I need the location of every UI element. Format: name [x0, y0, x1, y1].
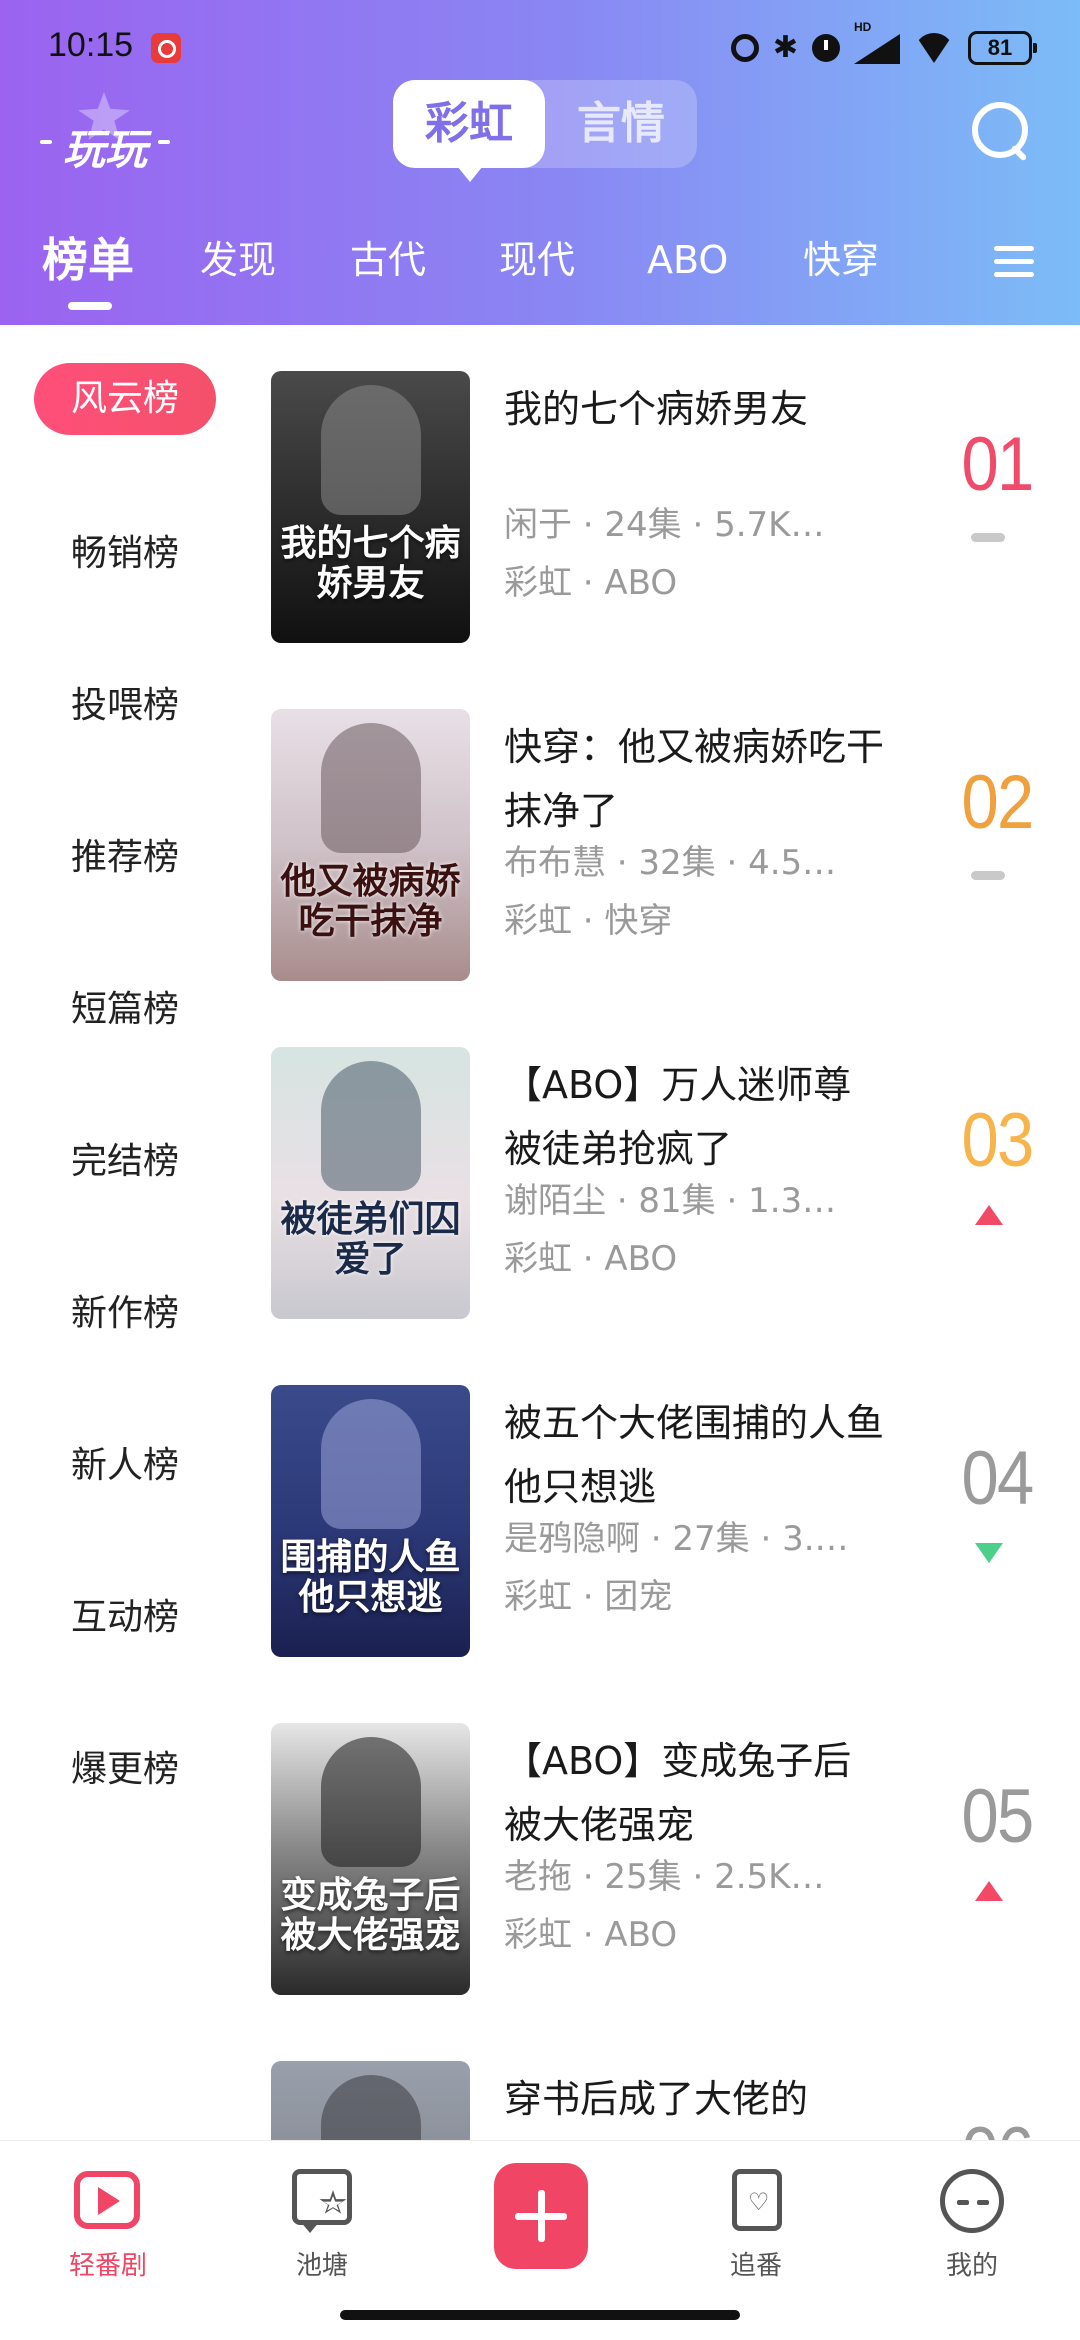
tab-ranking[interactable]: 榜单: [42, 228, 134, 292]
rank-number: 06: [953, 2111, 1041, 2140]
heart-box-icon: ♡: [732, 2169, 782, 2231]
nav-mine[interactable]: 我的: [902, 2165, 1042, 2282]
drama-meta: 闲于 · 24集 · 5.7K…: [504, 505, 825, 545]
drama-meta: 老拖 · 25集 · 2.5K…: [504, 1857, 825, 1897]
nav-label: 追番: [729, 2251, 782, 2281]
nav-label: 轻番剧: [68, 2251, 147, 2281]
tab-abo[interactable]: ABO: [647, 228, 728, 292]
drama-meta: 是鸦隐啊 · 27集 · 3.…: [504, 1519, 849, 1559]
drama-item[interactable]: 我的七个病娇男友 我的七个病娇男友 闲于 · 24集 · 5.7K… 彩虹 · …: [271, 371, 1051, 643]
drama-tags: 彩虹 · ABO: [504, 1915, 678, 1955]
drama-item[interactable]: 他又被病娇吃干抹净 快穿：他又被病娇吃干抹净了 布布慧 · 32集 · 4.5……: [271, 709, 1051, 981]
menu-icon[interactable]: [994, 246, 1034, 278]
home-indicator[interactable]: [340, 2310, 740, 2320]
drama-tags: 彩虹 · ABO: [504, 563, 678, 603]
category-tabs: 榜单 发现 古代 现代 ABO 快穿: [0, 228, 1080, 318]
drama-item[interactable]: 被徒弟们囚爱了 【ABO】万人迷师尊被徒弟抢疯了 谢陌尘 · 81集 · 1.3…: [271, 1047, 1051, 1319]
nav-follow[interactable]: ♡ 追番: [686, 2165, 826, 2282]
nav-create[interactable]: [470, 2163, 610, 2269]
plus-icon: [494, 2163, 588, 2269]
drama-item[interactable]: 围捕的人鱼他只想逃 被五个大佬围捕的人鱼他只想逃 是鸦隐啊 · 27集 · 3.…: [271, 1385, 1051, 1657]
trend-down-icon: [975, 1543, 1003, 1563]
drama-title: 【ABO】变成兔子后被大佬强宠: [504, 1739, 852, 1847]
rank-number: 04: [961, 1436, 1035, 1521]
netease-icon: [151, 33, 181, 63]
drama-title: 被五个大佬围捕的人鱼他只想逃: [504, 1401, 885, 1509]
nav-light-drama[interactable]: 轻番剧: [38, 2165, 178, 2282]
trend-up-icon: [975, 1205, 1003, 1225]
drama-item[interactable]: 变成兔子后被大佬强宠 【ABO】变成兔子后被大佬强宠 老拖 · 25集 · 2.…: [271, 1723, 1051, 1995]
trend-flat-icon: [971, 533, 1005, 542]
trend-up-icon: [975, 1881, 1003, 1901]
wifi-icon: [914, 33, 954, 63]
drama-cover[interactable]: 变成兔子后被大佬强宠: [271, 1723, 470, 1995]
drama-cover[interactable]: 我的七个病娇男友: [271, 371, 470, 643]
tab-modern[interactable]: 现代: [499, 228, 575, 292]
tab-indicator: [68, 302, 112, 310]
drama-item[interactable]: 穿书后成了大佬的 06: [271, 2061, 1051, 2140]
drama-title: 【ABO】万人迷师尊被徒弟抢疯了: [504, 1063, 852, 1171]
app-header: 10:15 ✱ HD 81 玩玩 彩虹 言情 榜单 发现 古代 现代 ABO 快…: [0, 0, 1080, 325]
trend-flat-icon: [971, 871, 1005, 880]
drama-list: 我的七个病娇男友 我的七个病娇男友 闲于 · 24集 · 5.7K… 彩虹 · …: [0, 325, 1080, 2140]
rank-number: 05: [961, 1774, 1035, 1859]
battery-icon: 81: [968, 31, 1037, 65]
tab-quick-travel[interactable]: 快穿: [803, 228, 879, 292]
segment-romance[interactable]: 言情: [545, 80, 697, 168]
rank-number: 02: [961, 760, 1035, 845]
drama-cover[interactable]: 围捕的人鱼他只想逃: [271, 1385, 470, 1657]
logo-text: 玩玩: [62, 125, 147, 174]
drama-cover[interactable]: 被徒弟们囚爱了: [271, 1047, 470, 1319]
app-logo: 玩玩: [40, 90, 170, 180]
chat-star-icon: [292, 2169, 352, 2225]
hd-signal-icon: HD: [854, 20, 900, 64]
genre-segment: 彩虹 言情: [393, 80, 697, 182]
clock-icon: [812, 34, 840, 62]
play-icon: [74, 2171, 140, 2229]
nav-pond[interactable]: 池塘: [252, 2165, 392, 2282]
status-time: 10:15: [48, 26, 134, 64]
drama-meta: 布布慧 · 32集 · 4.5…: [504, 843, 837, 883]
search-icon[interactable]: [972, 102, 1030, 160]
drama-title: 快穿：他又被病娇吃干抹净了: [504, 725, 885, 833]
drama-tags: 彩虹 · 团宠: [504, 1577, 673, 1617]
drama-title: 我的七个病娇男友: [504, 387, 809, 431]
ring-icon: [730, 34, 759, 62]
drama-tags: 彩虹 · ABO: [504, 1239, 678, 1279]
rank-number: 01: [961, 422, 1035, 507]
drama-meta: 谢陌尘 · 81集 · 1.3…: [504, 1181, 837, 1221]
tab-ancient[interactable]: 古代: [350, 228, 426, 292]
drama-tags: 彩虹 · 快穿: [504, 901, 673, 941]
nav-label: 我的: [945, 2251, 998, 2281]
status-icons: ✱ HD 81: [730, 20, 1037, 68]
drama-cover[interactable]: [271, 2061, 470, 2140]
face-icon: [940, 2169, 1004, 2233]
drama-cover[interactable]: 他又被病娇吃干抹净: [271, 709, 470, 981]
bluetooth-icon: ✱: [772, 30, 798, 65]
rank-number: 03: [961, 1098, 1035, 1183]
nav-label: 池塘: [295, 2251, 348, 2281]
drama-title: 穿书后成了大佬的: [504, 2077, 809, 2121]
segment-rainbow[interactable]: 彩虹: [393, 80, 545, 182]
tab-discover[interactable]: 发现: [200, 228, 276, 292]
